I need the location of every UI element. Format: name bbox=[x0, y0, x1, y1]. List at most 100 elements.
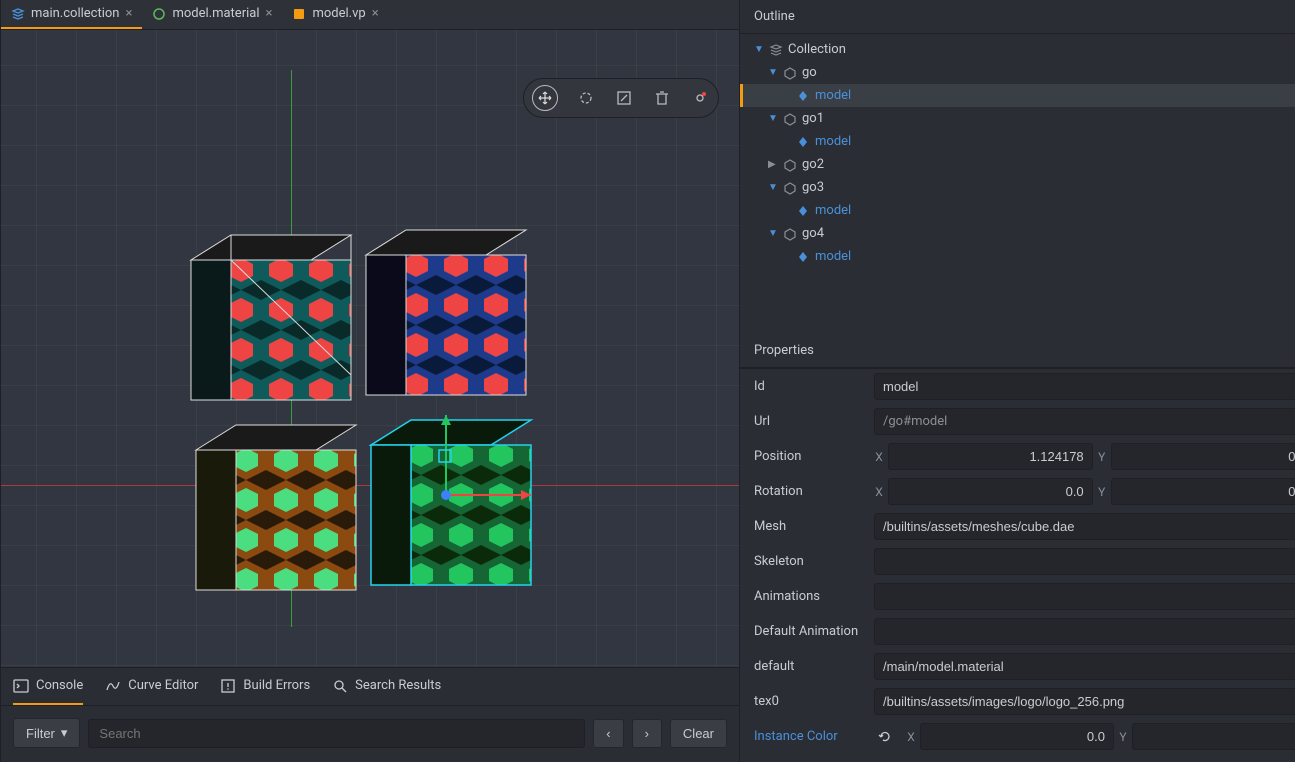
scale-tool[interactable] bbox=[614, 88, 634, 108]
prop-animations: Animations ⇥ ⋯ bbox=[740, 579, 1295, 614]
build-errors-tab[interactable]: Build Errors bbox=[220, 669, 310, 705]
prop-label: Instance Color bbox=[754, 729, 864, 744]
expand-icon[interactable]: ▼ bbox=[754, 44, 764, 55]
x-label: X bbox=[874, 485, 884, 499]
cube-bottom-right[interactable] bbox=[371, 415, 531, 585]
next-button[interactable]: › bbox=[632, 719, 662, 748]
expand-icon[interactable]: ▶ bbox=[768, 159, 778, 170]
tree-item-go4-model[interactable]: model bbox=[740, 245, 1295, 268]
curve-editor-tab[interactable]: Curve Editor bbox=[105, 669, 198, 705]
expand-icon[interactable]: ▼ bbox=[768, 182, 778, 193]
prop-label: Id bbox=[754, 379, 864, 394]
filter-button[interactable]: Filter ▾ bbox=[13, 718, 80, 748]
viewport-toolbar bbox=[523, 78, 719, 118]
rotation-x-field[interactable] bbox=[888, 478, 1093, 505]
position-x-field[interactable] bbox=[888, 443, 1093, 470]
cube-top-right[interactable] bbox=[366, 230, 526, 395]
tab-label: Console bbox=[36, 678, 83, 693]
prev-button[interactable]: ‹ bbox=[593, 719, 623, 748]
console-tab[interactable]: Console bbox=[13, 669, 83, 705]
instance-color-x-field[interactable] bbox=[920, 723, 1114, 750]
search-results-tab[interactable]: Search Results bbox=[332, 669, 441, 705]
tab-label: model.vp bbox=[312, 6, 365, 21]
filter-label: Filter bbox=[26, 726, 55, 741]
prop-default-animation: Default Animation ▾ bbox=[740, 614, 1295, 649]
tab-bar: main.collection × model.material × model… bbox=[1, 0, 739, 30]
gameobject-icon bbox=[783, 227, 797, 241]
tree-label: go1 bbox=[802, 111, 824, 126]
tex0-field[interactable] bbox=[874, 688, 1295, 715]
animations-field[interactable] bbox=[874, 583, 1295, 610]
tab-main-collection[interactable]: main.collection × bbox=[1, 0, 142, 29]
prop-mesh: Mesh ⇥ ⋯ bbox=[740, 509, 1295, 544]
scene-cubes bbox=[181, 210, 581, 630]
tree-item-go[interactable]: ▼ go bbox=[740, 61, 1295, 84]
outline-tree: ▼ Collection ▼ go model ▼ go1 model bbox=[740, 34, 1295, 272]
prop-label: default bbox=[754, 659, 864, 674]
tree-item-go3[interactable]: ▼ go3 bbox=[740, 176, 1295, 199]
skeleton-field[interactable] bbox=[874, 548, 1295, 575]
prop-label: tex0 bbox=[754, 694, 864, 709]
prop-id: Id bbox=[740, 369, 1295, 404]
prop-instance-color: Instance Color X Y Z bbox=[740, 719, 1295, 754]
tab-label: Build Errors bbox=[243, 678, 310, 693]
settings-tool[interactable] bbox=[690, 88, 710, 108]
instance-color-y-field[interactable] bbox=[1132, 723, 1295, 750]
close-icon[interactable]: × bbox=[266, 6, 273, 21]
tree-label: go3 bbox=[802, 180, 824, 195]
model-icon bbox=[796, 135, 810, 149]
prop-default: default ⇥ ⋯ bbox=[740, 649, 1295, 684]
tree-label: model bbox=[815, 88, 851, 103]
tab-model-vp[interactable]: model.vp × bbox=[282, 0, 388, 29]
prop-position: Position X Y Z bbox=[740, 439, 1295, 474]
position-y-field[interactable] bbox=[1111, 443, 1295, 470]
default-field[interactable] bbox=[874, 653, 1295, 680]
y-label: Y bbox=[1118, 730, 1128, 744]
url-field: /go#model bbox=[874, 408, 1295, 435]
x-label: X bbox=[906, 730, 916, 744]
prop-url: Url /go#model bbox=[740, 404, 1295, 439]
expand-icon[interactable]: ▼ bbox=[768, 113, 778, 124]
tree-item-go1-model[interactable]: model bbox=[740, 130, 1295, 153]
rotate-tool[interactable] bbox=[576, 88, 596, 108]
clear-button[interactable]: Clear bbox=[670, 719, 727, 748]
close-icon[interactable]: × bbox=[126, 6, 133, 21]
default-animation-field[interactable] bbox=[874, 618, 1295, 645]
gameobject-icon bbox=[783, 181, 797, 195]
tab-label: Curve Editor bbox=[128, 678, 198, 693]
tree-label: model bbox=[815, 134, 851, 149]
tree-item-go1[interactable]: ▼ go1 bbox=[740, 107, 1295, 130]
properties-header: Properties bbox=[740, 334, 1295, 368]
tab-model-material[interactable]: model.material × bbox=[142, 0, 282, 29]
tree-item-go4[interactable]: ▼ go4 bbox=[740, 222, 1295, 245]
tree-item-go2[interactable]: ▶ go2 bbox=[740, 153, 1295, 176]
id-field[interactable] bbox=[874, 373, 1295, 400]
rotation-y-field[interactable] bbox=[1111, 478, 1295, 505]
tree-item-go3-model[interactable]: model bbox=[740, 199, 1295, 222]
y-label: Y bbox=[1097, 450, 1107, 464]
tree-item-collection[interactable]: ▼ Collection bbox=[740, 38, 1295, 61]
right-column: Outline ▼ Collection ▼ go model ▼ go1 bbox=[739, 0, 1295, 762]
reset-button[interactable] bbox=[874, 726, 896, 748]
x-label: X bbox=[874, 450, 884, 464]
viewport[interactable] bbox=[1, 30, 739, 667]
expand-icon[interactable]: ▼ bbox=[768, 228, 778, 239]
mesh-field[interactable] bbox=[874, 513, 1295, 540]
properties-panel: Id Url /go#model Position X Y Z Rotation… bbox=[740, 368, 1295, 762]
tab-label: model.material bbox=[172, 6, 259, 21]
close-icon[interactable]: × bbox=[372, 6, 379, 21]
prop-skeleton: Skeleton ⇥ ⋯ bbox=[740, 544, 1295, 579]
clear-label: Clear bbox=[683, 726, 714, 741]
cube-top-left[interactable] bbox=[191, 235, 351, 400]
gameobject-icon bbox=[783, 66, 797, 80]
expand-icon[interactable]: ▼ bbox=[768, 67, 778, 78]
collection-icon bbox=[11, 7, 25, 21]
cube-bottom-left[interactable] bbox=[196, 425, 356, 590]
prop-label: Animations bbox=[754, 589, 864, 604]
move-tool[interactable] bbox=[532, 85, 558, 111]
tree-item-go-model[interactable]: model bbox=[740, 84, 1295, 107]
search-input[interactable] bbox=[88, 719, 585, 748]
delete-tool[interactable] bbox=[652, 88, 672, 108]
prop-label: Rotation bbox=[754, 484, 864, 499]
y-label: Y bbox=[1097, 485, 1107, 499]
